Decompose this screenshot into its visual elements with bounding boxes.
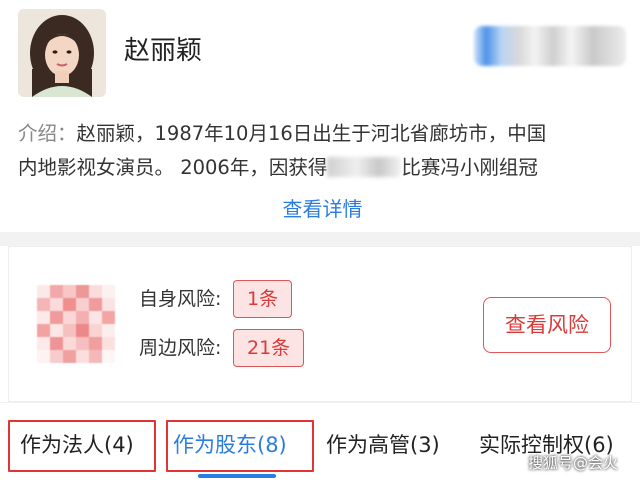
avatar-portrait-icon (18, 9, 106, 97)
intro-line-2b: 比赛冯小刚组冠 (401, 156, 538, 179)
person-name: 赵丽颖 (124, 36, 203, 66)
intro-label: 介绍： (18, 122, 77, 145)
self-risk-label: 自身风险: (139, 287, 222, 310)
intro-line-1: 赵丽颖，1987年10月16日出生于河北省廊坊市，中国 (76, 122, 547, 145)
active-tab-indicator (198, 474, 276, 478)
self-risk-row: 自身风险: 1条 (139, 280, 293, 318)
blurred-logo-icon (37, 285, 115, 363)
intro-line-2a: 内地影视女演员。 2006年，因获得 (18, 156, 328, 179)
view-details-link[interactable]: 查看详情 (0, 192, 640, 226)
intro-text: 介绍：赵丽颖，1987年10月16日出生于河北省廊坊市，中国 内地影视女演员。 … (18, 117, 624, 185)
blurred-redaction (327, 157, 402, 177)
watermark: 搜狐号@会火 (528, 454, 619, 472)
profile-section: 赵丽颖 介绍：赵丽颖，1987年10月16日出生于河北省廊坊市，中国 内地影视女… (0, 0, 640, 232)
self-risk-count-badge[interactable]: 1条 (233, 280, 293, 318)
avatar[interactable] (18, 9, 106, 97)
surrounding-risk-row: 周边风险: 21条 (139, 329, 305, 367)
highlight-box-legal-rep (8, 420, 156, 472)
surrounding-risk-label: 周边风险: (139, 336, 222, 359)
blurred-tag (474, 26, 626, 66)
surrounding-risk-count-badge[interactable]: 21条 (233, 329, 305, 367)
section-divider (0, 232, 640, 246)
tab-as-executive[interactable]: 作为高管(3) (326, 430, 440, 460)
risk-card: 自身风险: 1条 周边风险: 21条 查看风险 (8, 246, 632, 402)
view-risk-button[interactable]: 查看风险 (483, 297, 611, 353)
highlight-box-shareholder (166, 420, 314, 472)
